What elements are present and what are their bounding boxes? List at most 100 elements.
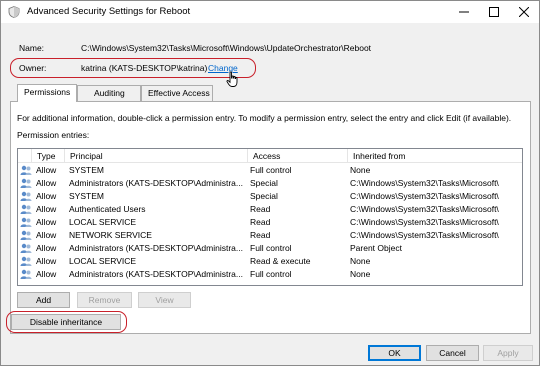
cancel-button[interactable]: Cancel — [426, 345, 479, 361]
add-button-label: Add — [35, 295, 52, 305]
row-inherited-from: C:\Windows\System32\Tasks\Microsoft\ — [350, 191, 499, 201]
users-icon — [20, 191, 32, 201]
users-icon — [20, 178, 32, 188]
row-access: Full control — [250, 243, 292, 253]
row-principal: SYSTEM — [69, 165, 104, 175]
window-title: Advanced Security Settings for Reboot — [27, 6, 191, 17]
column-header-type-label: Type — [37, 151, 56, 161]
row-inherited-from: None — [350, 269, 371, 279]
row-inherited-from: C:\Windows\System32\Tasks\Microsoft\ — [350, 204, 499, 214]
users-icon — [20, 204, 32, 214]
maximize-button[interactable] — [479, 1, 509, 23]
row-access: Full control — [250, 165, 292, 175]
minimize-icon — [459, 11, 469, 13]
table-row[interactable]: Allow Administrators (KATS-DESKTOP\Admin… — [18, 177, 522, 190]
users-icon — [20, 165, 32, 175]
row-inherited-from: C:\Windows\System32\Tasks\Microsoft\ — [350, 178, 499, 188]
apply-button[interactable]: Apply — [483, 345, 533, 361]
column-header-inherited-from[interactable]: Inherited from — [347, 149, 522, 163]
users-icon — [20, 217, 32, 227]
row-type: Allow — [36, 269, 57, 279]
row-access: Read — [250, 217, 271, 227]
table-row[interactable]: Allow Administrators (KATS-DESKTOP\Admin… — [18, 242, 522, 255]
tab-permissions-label: Permissions — [24, 87, 71, 97]
view-button-label: View — [155, 295, 174, 305]
column-header-access[interactable]: Access — [247, 149, 347, 163]
row-type: Allow — [36, 165, 57, 175]
close-icon — [519, 7, 529, 17]
users-icon — [20, 269, 32, 279]
disable-inheritance-button-label: Disable inheritance — [29, 317, 103, 327]
row-type: Allow — [36, 230, 57, 240]
ok-button[interactable]: OK — [368, 345, 421, 361]
row-type: Allow — [36, 204, 57, 214]
users-icon — [20, 256, 32, 266]
tab-permissions[interactable]: Permissions — [17, 84, 77, 102]
table-row[interactable]: Allow SYSTEM Special C:\Windows\System32… — [18, 190, 522, 203]
minimize-button[interactable] — [449, 1, 479, 23]
row-principal: SYSTEM — [69, 191, 104, 201]
users-icon — [20, 243, 32, 253]
name-value: C:\Windows\System32\Tasks\Microsoft\Wind… — [81, 43, 372, 53]
maximize-icon — [489, 7, 499, 17]
owner-value: katrina (KATS-DESKTOP\katrina) — [81, 63, 208, 73]
info-text: For additional information, double-click… — [17, 113, 512, 123]
row-type: Allow — [36, 217, 57, 227]
row-access: Special — [250, 178, 278, 188]
remove-button-label: Remove — [88, 295, 121, 305]
ok-button-label: OK — [388, 348, 401, 358]
row-type: Allow — [36, 256, 57, 266]
row-access: Read — [250, 204, 271, 214]
row-principal: Administrators (KATS-DESKTOP\Administra.… — [69, 269, 243, 279]
row-inherited-from: C:\Windows\System32\Tasks\Microsoft\ — [350, 230, 499, 240]
cancel-button-label: Cancel — [439, 348, 466, 358]
row-type: Allow — [36, 178, 57, 188]
tab-auditing-label: Auditing — [94, 88, 125, 98]
row-principal: Administrators (KATS-DESKTOP\Administra.… — [69, 243, 243, 253]
row-access: Read & execute — [250, 256, 311, 266]
row-inherited-from: None — [350, 256, 371, 266]
row-type: Allow — [36, 243, 57, 253]
disable-inheritance-button[interactable]: Disable inheritance — [11, 314, 121, 330]
table-row[interactable]: Allow Authenticated Users Read C:\Window… — [18, 203, 522, 216]
column-header-inherited-from-label: Inherited from — [353, 151, 406, 161]
permission-entries-label: Permission entries: — [17, 130, 90, 140]
column-header-principal-label: Principal — [70, 151, 103, 161]
row-type: Allow — [36, 191, 57, 201]
table-row[interactable]: Allow LOCAL SERVICE Read C:\Windows\Syst… — [18, 216, 522, 229]
hand-cursor-icon — [226, 71, 238, 87]
column-header-access-label: Access — [253, 151, 281, 161]
list-header: Type Principal Access Inherited from — [18, 149, 522, 163]
add-button[interactable]: Add — [17, 292, 70, 308]
row-access: Full control — [250, 269, 292, 279]
row-principal: LOCAL SERVICE — [69, 256, 137, 266]
row-principal: Authenticated Users — [69, 204, 146, 214]
row-inherited-from: C:\Windows\System32\Tasks\Microsoft\ — [350, 217, 499, 227]
shield-icon — [8, 6, 20, 18]
row-principal: LOCAL SERVICE — [69, 217, 137, 227]
apply-button-label: Apply — [497, 348, 519, 358]
remove-button[interactable]: Remove — [77, 292, 132, 308]
table-row[interactable]: Allow SYSTEM Full control None — [18, 164, 522, 177]
table-row[interactable]: Allow Administrators (KATS-DESKTOP\Admin… — [18, 268, 522, 281]
row-inherited-from: Parent Object — [350, 243, 402, 253]
users-icon — [20, 230, 32, 240]
table-row[interactable]: Allow NETWORK SERVICE Read C:\Windows\Sy… — [18, 229, 522, 242]
owner-label: Owner: — [19, 63, 47, 73]
view-button[interactable]: View — [138, 292, 191, 308]
tab-auditing[interactable]: Auditing — [77, 85, 141, 101]
permission-entries-list[interactable]: Type Principal Access Inherited from All… — [17, 148, 523, 286]
row-principal: Administrators (KATS-DESKTOP\Administra.… — [69, 178, 243, 188]
tab-effective-access[interactable]: Effective Access — [141, 85, 213, 101]
name-label: Name: — [19, 43, 45, 53]
row-access: Read — [250, 230, 271, 240]
table-row[interactable]: Allow LOCAL SERVICE Read & execute None — [18, 255, 522, 268]
column-header-principal[interactable]: Principal — [64, 149, 247, 163]
column-header-type[interactable]: Type — [31, 149, 64, 163]
row-access: Special — [250, 191, 278, 201]
title-bar[interactable]: Advanced Security Settings for Reboot — [1, 1, 539, 23]
row-principal: NETWORK SERVICE — [69, 230, 152, 240]
advanced-security-settings-window: Advanced Security Settings for Reboot Na… — [0, 0, 540, 366]
close-button[interactable] — [509, 1, 539, 23]
tab-effective-access-label: Effective Access — [148, 88, 210, 98]
